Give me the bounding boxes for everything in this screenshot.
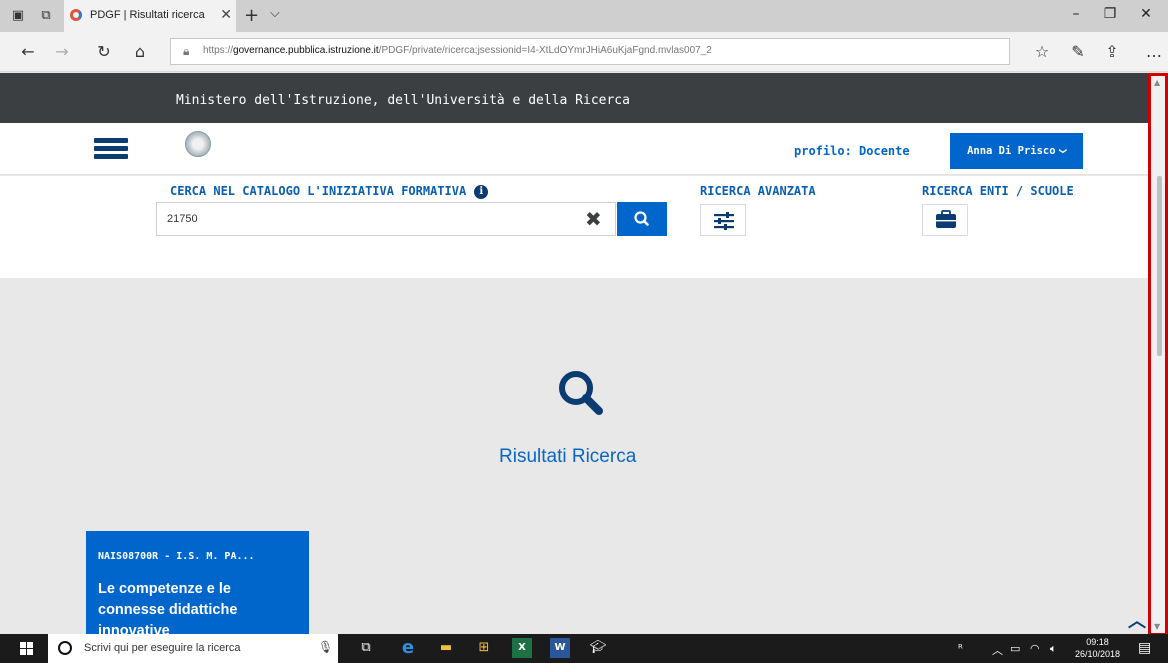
briefcase-icon (936, 210, 956, 228)
result-card-code: NAIS08700R - I.S. M. PA... (98, 551, 255, 562)
favorites-icon[interactable]: ☆ (1032, 42, 1052, 61)
tray-expand-icon[interactable]: ︿ (992, 642, 1003, 658)
user-name: Anna Di Prisco (967, 145, 1056, 157)
site-favicon-icon (70, 9, 82, 21)
results-section: Risultati Ricerca NAIS08700R - I.S. M. P… (0, 278, 1148, 634)
result-card[interactable]: NAIS08700R - I.S. M. PA... Le competenze… (86, 531, 309, 634)
ministry-bar: Ministero dell'Istruzione, dell'Universi… (0, 73, 1148, 123)
file-explorer-icon[interactable]: ▬ (436, 638, 456, 658)
pen-icon[interactable]: ✎ (1068, 42, 1088, 61)
notifications-icon[interactable]: ▤ (1138, 640, 1151, 656)
info-icon[interactable]: i (474, 184, 489, 199)
refresh-button[interactable]: ↻ (94, 42, 114, 61)
search-button[interactable] (617, 202, 667, 236)
tab-preview-icon[interactable]: ▣ (10, 8, 26, 24)
address-bar[interactable]: 🔒︎ https://governance.pubblica.istruzion… (170, 38, 1010, 65)
graduation-cap-icon[interactable]: 🎓︎ (588, 638, 608, 658)
hamburger-menu-icon[interactable] (94, 138, 128, 160)
edge-browser-icon[interactable]: e (398, 638, 418, 658)
result-card-title: Le competenze e le connesse didattiche i… (98, 581, 238, 634)
lock-icon: 🔒︎ (183, 44, 190, 58)
forward-button[interactable]: → (52, 42, 72, 61)
more-icon[interactable]: … (1142, 42, 1166, 61)
user-menu-button[interactable]: Anna Di Prisco❯ (950, 133, 1083, 169)
chevron-down-icon: ❯ (1056, 147, 1069, 155)
advanced-search-label: RICERCA AVANZATA (700, 184, 816, 198)
back-button[interactable]: ← (18, 42, 38, 61)
tab-title: PDGF | Risultati ricerca (90, 9, 205, 21)
windows-taskbar: Scrivi qui per eseguire la ricerca 🎙︎ ⧉ … (0, 634, 1168, 663)
ministry-name: Ministero dell'Istruzione, dell'Universi… (176, 93, 630, 108)
close-window-button[interactable]: ✕ (1136, 6, 1156, 22)
search-icon (634, 211, 649, 226)
scroll-down-arrow-icon[interactable]: ▼ (1154, 622, 1160, 631)
excel-icon[interactable]: X (512, 638, 532, 658)
share-icon[interactable]: ⇪ (1102, 42, 1122, 61)
clock-date: 26/10/2018 (1075, 649, 1121, 659)
sliders-icon (714, 212, 734, 230)
cortana-icon (58, 641, 72, 655)
browser-tab-bar: ▣ ⧉ PDGF | Risultati ricerca ✕ + ⌵ – ❐ ✕ (0, 0, 1168, 32)
search-label: CERCA NEL CATALOGO L'INIZIATIVA FORMATIV… (170, 184, 489, 199)
store-icon[interactable]: ⊞ (474, 638, 494, 658)
profile-label: profilo: Docente (794, 144, 910, 158)
new-tab-button[interactable]: + (244, 5, 259, 26)
page-scrollbar[interactable]: ▲ ▼ (1148, 73, 1168, 636)
clear-search-icon[interactable]: ✖ (585, 207, 602, 231)
advanced-search-button[interactable] (700, 204, 746, 236)
entities-search-button[interactable] (922, 204, 968, 236)
url-text: https://governance.pubblica.istruzione.i… (203, 45, 712, 56)
wifi-icon[interactable]: ◠ (1030, 642, 1040, 655)
taskbar-search-placeholder: Scrivi qui per eseguire la ricerca (84, 642, 241, 654)
tab-close-icon[interactable]: ✕ (220, 7, 232, 23)
task-view-icon[interactable]: ⧉ (356, 638, 376, 658)
search-section: CERCA NEL CATALOGO L'INIZIATIVA FORMATIV… (0, 176, 1148, 278)
browser-nav-bar: ← → ↻ ⌂ 🔒︎ https://governance.pubblica.i… (0, 32, 1168, 72)
large-search-icon (559, 371, 603, 415)
word-icon[interactable]: W (550, 638, 570, 658)
taskbar-clock[interactable]: 09:18 26/10/2018 (1075, 636, 1120, 660)
results-title: Risultati Ricerca (499, 446, 637, 467)
republic-emblem-logo (185, 131, 211, 157)
entities-search-label: RICERCA ENTI / SCUOLE (922, 184, 1074, 198)
minimize-button[interactable]: – (1066, 6, 1086, 22)
search-input[interactable]: 21750 (156, 202, 616, 236)
volume-icon[interactable]: 🔈︎ (1050, 642, 1057, 656)
battery-icon[interactable]: ▭ (1010, 642, 1020, 655)
set-aside-tabs-icon[interactable]: ⧉ (38, 8, 54, 24)
home-button[interactable]: ⌂ (130, 42, 150, 61)
maximize-button[interactable]: ❐ (1100, 6, 1120, 22)
scroll-to-top-icon[interactable]: ︿ (1128, 607, 1146, 633)
scrollbar-thumb[interactable] (1157, 176, 1162, 356)
site-header: profilo: Docente Anna Di Prisco❯ (0, 123, 1148, 175)
browser-tab[interactable]: PDGF | Risultati ricerca ✕ (64, 0, 236, 32)
microphone-icon[interactable]: 🎙︎ (318, 640, 333, 654)
tab-menu-chevron-icon[interactable]: ⌵ (270, 6, 280, 21)
clock-time: 09:18 (1086, 637, 1109, 647)
windows-start-icon[interactable] (20, 642, 33, 655)
scroll-up-arrow-icon[interactable]: ▲ (1154, 78, 1160, 87)
taskbar-search-box[interactable]: Scrivi qui per eseguire la ricerca 🎙︎ (48, 634, 338, 663)
people-icon[interactable]: ᴿ (958, 642, 963, 655)
